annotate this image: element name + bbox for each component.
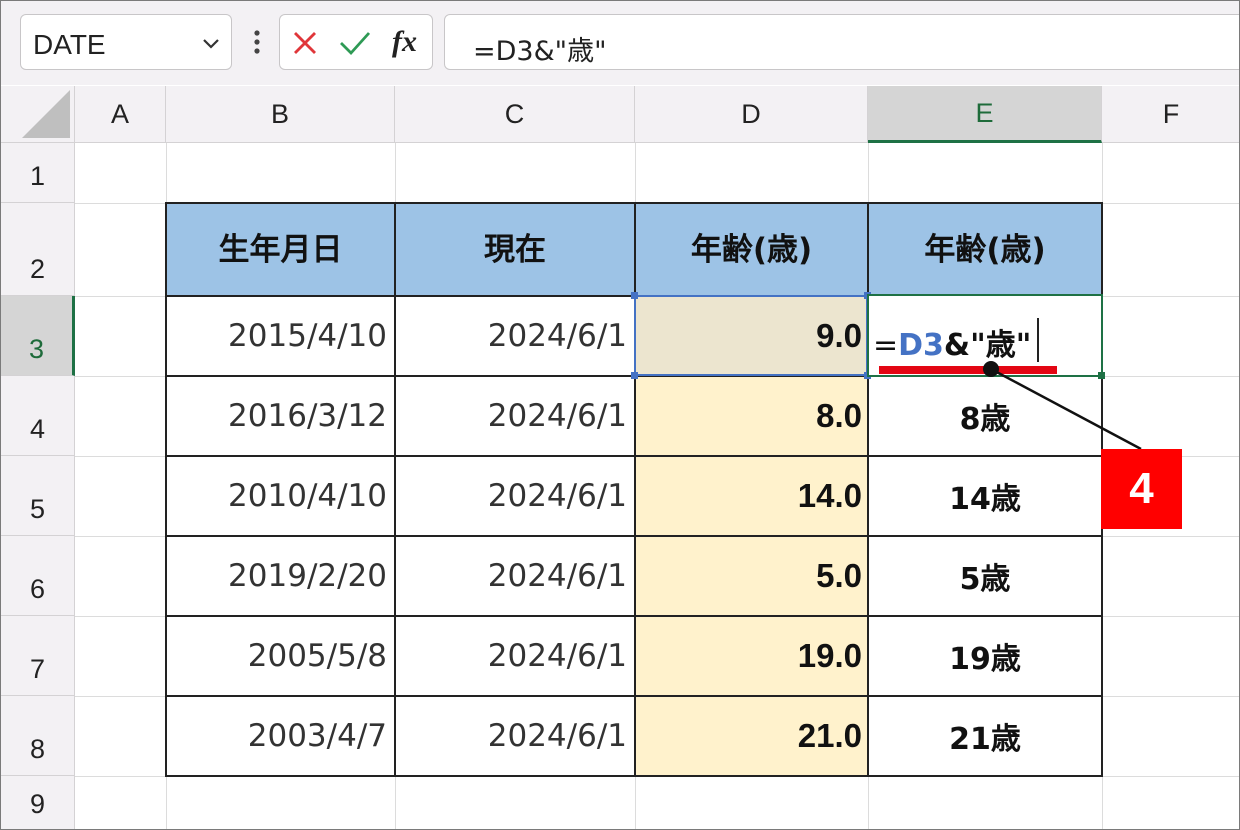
annotation-underline <box>879 366 1057 374</box>
column-header-d[interactable]: D <box>635 86 868 143</box>
header-cell-birthdate[interactable]: 生年月日 <box>166 203 395 296</box>
row-header-7[interactable]: 7 <box>1 616 75 696</box>
header-cell-age-text[interactable]: 年齢(歳) <box>868 203 1102 296</box>
cell-b8[interactable]: 2003/4/7 <box>166 696 395 776</box>
cell-e3-formula: =D3&"歳" <box>873 328 1032 363</box>
cell-d7[interactable]: 19.0 <box>635 616 868 696</box>
cell-c8[interactable]: 2024/6/1 <box>395 696 635 776</box>
column-header-c[interactable]: C <box>395 86 635 143</box>
row-header-5[interactable]: 5 <box>1 456 75 536</box>
cell-d3[interactable]: 9.0 <box>635 296 868 376</box>
cell-d8[interactable]: 21.0 <box>635 696 868 776</box>
row-header-2[interactable]: 2 <box>1 203 75 296</box>
formula-bar: DATE fx =D3&"歳" <box>1 1 1239 85</box>
cell-b6[interactable]: 2019/2/20 <box>166 536 395 616</box>
cell-e6[interactable]: 5歳 <box>868 536 1102 616</box>
cell-c6[interactable]: 2024/6/1 <box>395 536 635 616</box>
select-all-button[interactable] <box>1 86 75 143</box>
select-all-icon <box>22 90 70 138</box>
name-box[interactable]: DATE <box>20 14 232 70</box>
row-header-8[interactable]: 8 <box>1 696 75 776</box>
more-options-icon[interactable] <box>249 25 265 61</box>
cell-d5[interactable]: 14.0 <box>635 456 868 536</box>
formula-text: =D3&"歳" <box>473 36 607 67</box>
row-header-3[interactable]: 3 <box>1 296 75 376</box>
checkmark-icon[interactable] <box>338 28 372 58</box>
cell-b4[interactable]: 2016/3/12 <box>166 376 395 456</box>
cell-e7[interactable]: 19歳 <box>868 616 1102 696</box>
column-header-e[interactable]: E <box>868 86 1102 143</box>
name-box-value: DATE <box>33 29 106 60</box>
column-header-b[interactable]: B <box>166 86 395 143</box>
cell-d4[interactable]: 8.0 <box>635 376 868 456</box>
cell-c7[interactable]: 2024/6/1 <box>395 616 635 696</box>
cell-e3-editing[interactable]: =D3&"歳" <box>867 294 1105 379</box>
header-cell-current[interactable]: 現在 <box>395 203 635 296</box>
cell-e5[interactable]: 14歳 <box>868 456 1102 536</box>
cell-c5[interactable]: 2024/6/1 <box>395 456 635 536</box>
cell-b7[interactable]: 2005/5/8 <box>166 616 395 696</box>
cell-c4[interactable]: 2024/6/1 <box>395 376 635 456</box>
row-header-4[interactable]: 4 <box>1 376 75 456</box>
row-header-6[interactable]: 6 <box>1 536 75 616</box>
fill-handle[interactable] <box>1098 372 1105 379</box>
column-header-a[interactable]: A <box>75 86 166 143</box>
cell-b5[interactable]: 2010/4/10 <box>166 456 395 536</box>
cell-b3[interactable]: 2015/4/10 <box>166 296 395 376</box>
excel-window: DATE fx =D3&"歳" A B C D E F 1 2 3 4 5 6 … <box>0 0 1240 830</box>
row-header-9[interactable]: 9 <box>1 776 75 829</box>
cell-reference: D3 <box>898 328 944 363</box>
insert-function-icon[interactable]: fx <box>392 25 417 59</box>
cell-d6[interactable]: 5.0 <box>635 536 868 616</box>
column-header-f[interactable]: F <box>1102 86 1239 143</box>
chevron-down-icon[interactable] <box>199 31 223 55</box>
text-caret <box>1037 318 1039 362</box>
row-header-1[interactable]: 1 <box>1 143 75 203</box>
cell-e4[interactable]: 8歳 <box>868 376 1102 456</box>
formula-input[interactable]: =D3&"歳" <box>444 14 1239 70</box>
cell-c3[interactable]: 2024/6/1 <box>395 296 635 376</box>
header-cell-age[interactable]: 年齢(歳) <box>635 203 868 296</box>
cell-e8[interactable]: 21歳 <box>868 696 1102 776</box>
step-callout-badge: 4 <box>1101 449 1182 529</box>
formula-buttons: fx <box>279 14 433 70</box>
cancel-icon[interactable] <box>290 28 320 58</box>
